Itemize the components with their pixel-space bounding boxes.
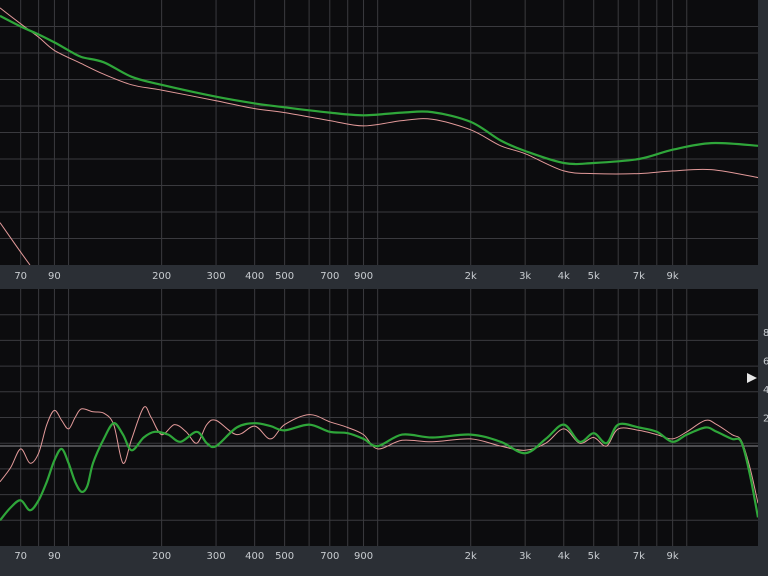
magnitude-plot-x-tick-labels: 70 90 200 300 400 500 700 900 2k 3k 4k 5k 7k 9k bbox=[14, 271, 679, 282]
x-tick-label: 700 bbox=[320, 271, 339, 282]
x-tick-label: 9k bbox=[667, 551, 679, 562]
x-tick-label: 90 bbox=[48, 551, 61, 562]
x-tick-label: 70 bbox=[14, 271, 27, 282]
x-tick-label: 900 bbox=[354, 271, 373, 282]
analyzer-svg: 70 90 200 300 400 500 700 900 2k 3k 4k 5k 7k 9k 70 90 2… bbox=[0, 0, 768, 562]
x-tick-label: 200 bbox=[152, 551, 171, 562]
x-tick-label: 5k bbox=[588, 271, 600, 282]
x-tick-label: 4k bbox=[558, 271, 570, 282]
x-tick-label: 9k bbox=[667, 271, 679, 282]
x-tick-label: 2k bbox=[465, 271, 477, 282]
x-tick-label: 200 bbox=[152, 271, 171, 282]
x-tick-label: 500 bbox=[275, 271, 294, 282]
x-tick-label: 4k bbox=[558, 551, 570, 562]
right-tick-label: 6 bbox=[763, 356, 768, 367]
x-tick-label: 700 bbox=[320, 551, 339, 562]
x-tick-label: 300 bbox=[207, 551, 226, 562]
x-tick-label: 7k bbox=[633, 271, 645, 282]
x-tick-label: 3k bbox=[519, 551, 531, 562]
x-tick-label: 400 bbox=[245, 551, 264, 562]
frequency-response-analyzer: 70 90 200 300 400 500 700 900 2k 3k 4k 5k 7k 9k 70 90 2… bbox=[0, 0, 768, 576]
x-tick-label: 90 bbox=[48, 271, 61, 282]
x-tick-label: 7k bbox=[633, 551, 645, 562]
difference-plot-right-tick-labels: 8 6 4 2 bbox=[763, 328, 768, 425]
x-tick-label: 300 bbox=[207, 271, 226, 282]
right-tick-label: 8 bbox=[763, 328, 768, 339]
x-tick-label: 400 bbox=[245, 271, 264, 282]
x-tick-label: 500 bbox=[275, 551, 294, 562]
right-tick-label: 2 bbox=[763, 414, 768, 425]
x-tick-label: 3k bbox=[519, 271, 531, 282]
x-tick-label: 5k bbox=[588, 551, 600, 562]
x-tick-label: 70 bbox=[14, 551, 27, 562]
right-tick-label: 4 bbox=[763, 385, 768, 396]
x-tick-label: 2k bbox=[465, 551, 477, 562]
difference-plot-x-tick-labels: 70 90 200 300 400 500 700 900 2k 3k 4k 5k 7k 9k bbox=[14, 551, 679, 562]
x-tick-label: 900 bbox=[354, 551, 373, 562]
